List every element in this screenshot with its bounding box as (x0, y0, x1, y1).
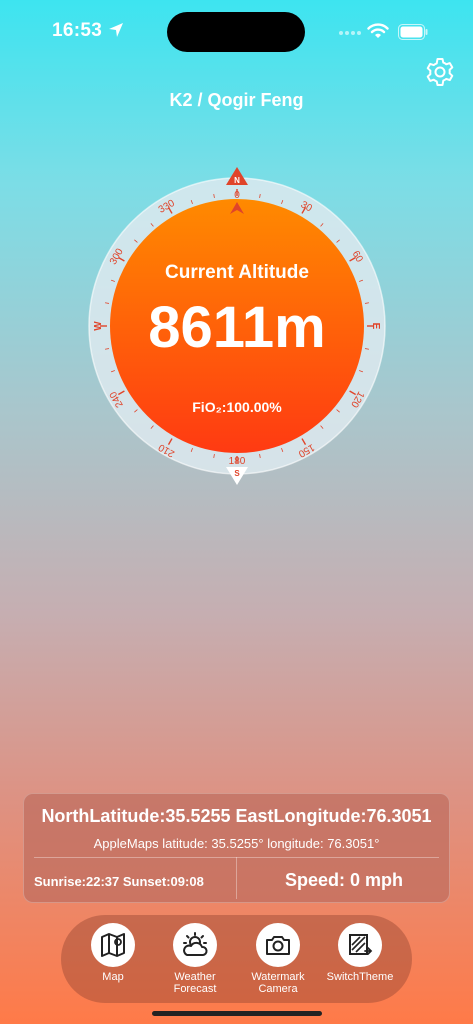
north-mark: N (234, 176, 240, 185)
degree-label: 180 (229, 456, 246, 467)
altitude-value: 8611m (148, 295, 325, 360)
weather-icon (173, 923, 217, 967)
battery-icon (398, 24, 428, 40)
south-mark: S (234, 469, 240, 478)
speed-value: Speed: 0 mph (284, 870, 404, 890)
gear-icon[interactable] (424, 56, 456, 88)
camera-icon (256, 923, 300, 967)
location-arrow-icon (109, 23, 123, 37)
map-button[interactable]: Map (73, 923, 153, 983)
dynamic-island (167, 12, 305, 52)
altitude-compass: 0 30 60 120 150 180 210 240 300 330 N E … (88, 167, 386, 485)
coordinates-text: NorthLatitude:35.5255 EastLongitude:76.3… (41, 806, 432, 826)
status-bar: 16:53 (0, 0, 473, 60)
bottom-dock: Map Weather Forecast Watermark Camera Sw… (61, 915, 412, 1003)
page-title: K2 / Qogir Feng (169, 90, 304, 110)
dock-label: Map (102, 971, 124, 983)
divider (236, 857, 237, 899)
watermark-camera-button[interactable]: Watermark Camera (238, 923, 318, 995)
map-icon (91, 923, 135, 967)
signal-dots-icon (339, 31, 361, 35)
applemaps-coordinates: AppleMaps latitude: 35.5255° longitude: … (93, 836, 380, 851)
sun-times: Sunrise:22:37 Sunset:09:08 (34, 874, 204, 889)
west-mark: W (93, 321, 104, 331)
dock-label: SwitchTheme (326, 971, 394, 983)
wifi-icon (367, 23, 389, 38)
switch-theme-icon (338, 923, 382, 967)
altitude-heading: Current Altitude (165, 262, 309, 283)
switch-theme-button[interactable]: SwitchTheme (320, 923, 400, 983)
weather-forecast-button[interactable]: Weather Forecast (155, 923, 235, 995)
dock-label: Weather Forecast (173, 971, 217, 995)
status-time: 16:53 (52, 20, 103, 41)
location-panel: NorthLatitude:35.5255 EastLongitude:76.3… (23, 793, 450, 903)
fio2-value: FiO₂:100.00% (192, 399, 282, 415)
home-indicator[interactable] (152, 1011, 322, 1016)
degree-label: 0 (234, 190, 240, 201)
east-mark: E (370, 323, 381, 330)
dock-label: Watermark Camera (251, 971, 305, 995)
